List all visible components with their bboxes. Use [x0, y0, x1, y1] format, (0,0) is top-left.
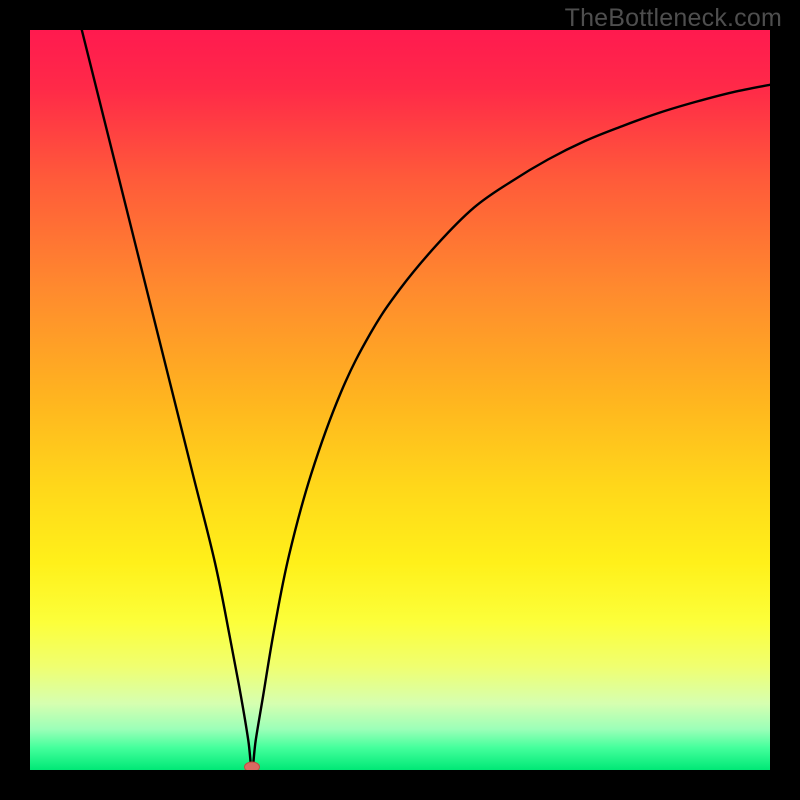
- watermark-text: TheBottleneck.com: [565, 4, 782, 33]
- bottleneck-chart: [30, 30, 770, 770]
- gradient-background: [30, 30, 770, 770]
- chart-frame: TheBottleneck.com: [0, 0, 800, 800]
- optimal-point-marker: [245, 762, 260, 770]
